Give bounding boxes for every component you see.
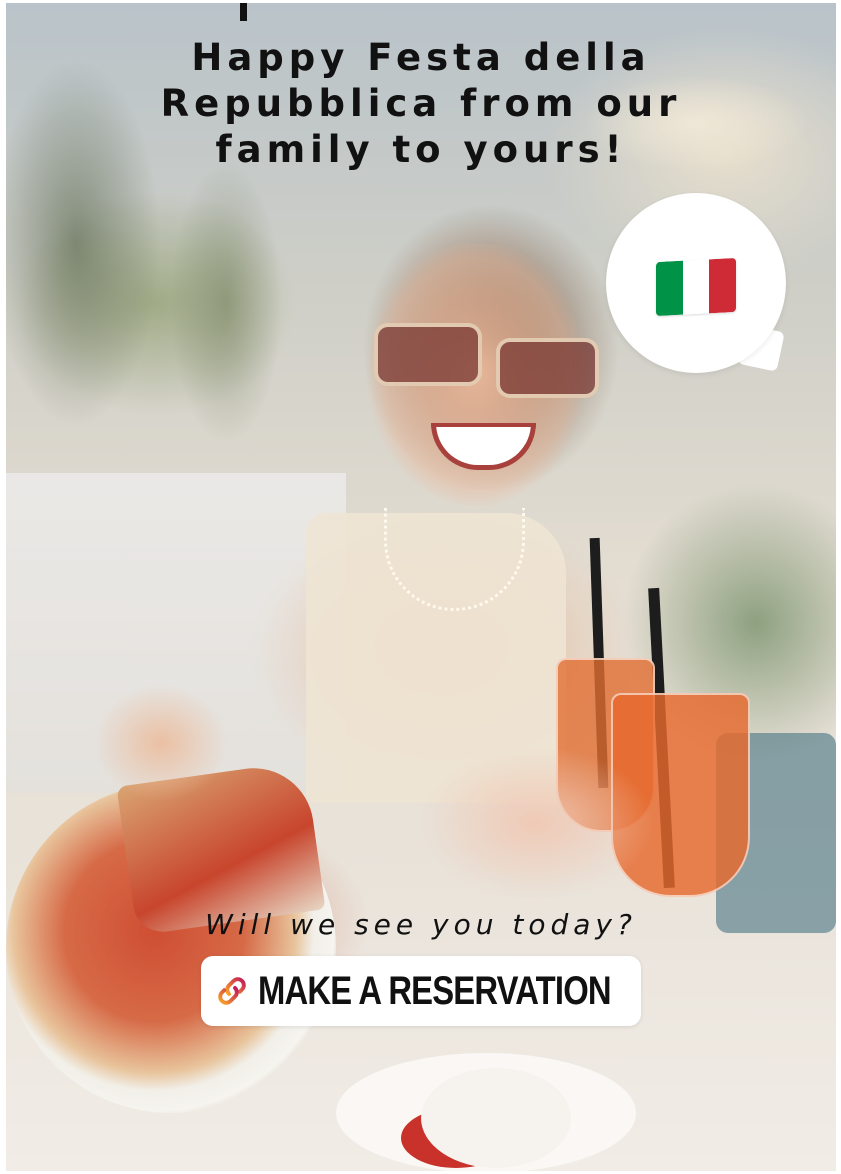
link-icon [218,977,246,1005]
hand [86,678,236,808]
flag-green-band [656,260,683,317]
flag-red-band [709,257,736,314]
flag-sticker[interactable] [606,193,786,373]
hand [406,738,666,908]
sunglasses-right-lens [496,338,599,398]
italy-flag-icon [656,257,736,317]
status-indicator [240,3,247,21]
story-background-photo: Happy Festa della Repubblica from our fa… [6,3,836,1171]
question-text: Will we see you today? [205,908,637,941]
headline-text: Happy Festa della Repubblica from our fa… [160,36,682,171]
burrata [421,1068,571,1168]
reservation-label: MAKE A RESERVATION [257,968,612,1013]
flag-white-band [682,259,710,315]
reservation-link-sticker[interactable]: MAKE A RESERVATION [201,956,641,1026]
sunglasses-left-lens [374,323,482,386]
